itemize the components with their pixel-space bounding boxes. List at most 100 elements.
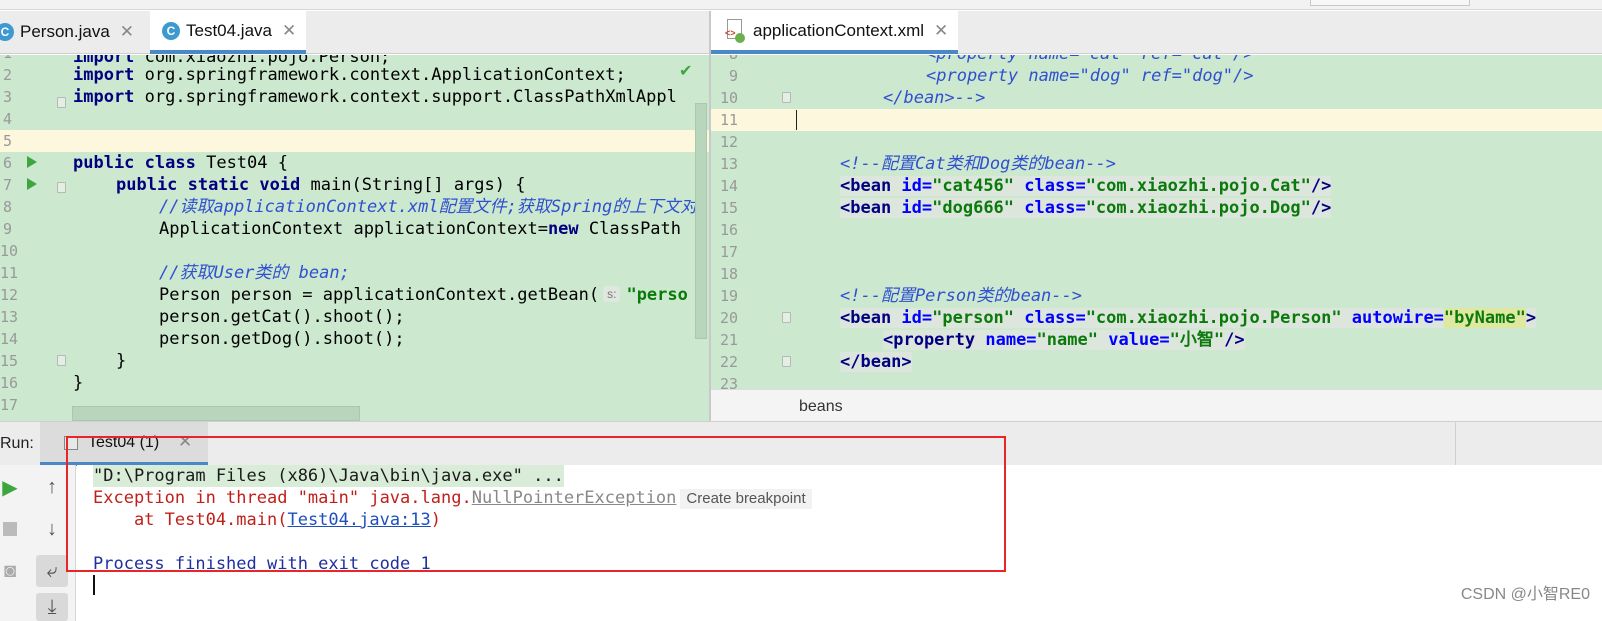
run-toolbar: ▶ ◙ ↑ ↓ ⤶ ⤓ [0,465,76,621]
class-c-icon: C [162,21,180,40]
tab-test04-java[interactable]: C Test04.java ✕ [150,11,307,54]
line-number: 3 [2,88,12,106]
code-line: } [73,373,84,393]
line-number: 20 [719,309,738,327]
run-gutter-icon[interactable] [27,156,37,168]
line-number: 9 [2,220,12,238]
tab-label: Test04.java [186,20,272,40]
code-line: person.getCat().shoot(); [159,307,405,327]
line-number: 19 [719,287,738,305]
param-hint: s: [603,286,621,302]
line-number: 4 [2,110,12,128]
line-number: 16 [719,221,738,239]
code-line: <bean id="person" class="com.xiaozhi.poj… [840,308,1537,328]
code-line: <bean id="dog666" class="com.xiaozhi.poj… [840,198,1332,218]
line-number: 2 [2,66,12,84]
java-editor[interactable]: 1234567891011121314151617 ✔ import com.x… [0,55,709,421]
line-number: 22 [719,353,738,371]
code-line: public class Test04 { [73,153,288,173]
code-line: } [116,351,127,371]
scroll-to-end-icon[interactable]: ⤓ [36,593,68,621]
code-line: import org.springframework.context.suppo… [73,87,677,107]
line-number: 21 [719,331,738,349]
xml-editor[interactable]: 8 9 10 11 12 13 14 15 16 17 18 19 20 21 22 23 <property… [711,55,1602,389]
line-number: 10 [719,89,738,107]
fold-icon[interactable] [57,182,66,193]
line-number: 11 [0,264,19,282]
line-number: 5 [2,132,12,150]
code-line: <bean id="cat456" class="com.xiaozhi.poj… [840,176,1332,196]
line-number: 15 [719,199,738,217]
left-tab-bar: C Person.java ✕ C Test04.java ✕ [0,11,710,54]
breadcrumb[interactable]: beans [799,398,843,416]
highlight-box [66,436,1006,572]
line-number: 14 [719,177,738,195]
line-number: 8 [711,55,738,65]
stop-icon[interactable] [0,515,24,543]
run-gutter-icon[interactable] [27,178,37,190]
line-number: 12 [0,286,19,304]
code-line: </bean> [840,352,912,372]
console-caret [93,575,95,595]
line-number: 11 [719,111,738,129]
code-comment: <!--配置Person类的bean--> [840,286,1082,306]
right-tab-bar: <> applicationContext.xml ✕ [711,11,1602,54]
down-arrow-icon[interactable]: ↓ [38,515,66,543]
line-number: 12 [719,133,738,151]
line-number: 6 [2,154,12,172]
caret [796,110,797,130]
line-number: 1 [0,55,12,64]
code-line: </bean>--> [883,88,986,108]
line-number: 7 [2,176,12,194]
line-number: 17 [719,243,738,261]
code-line: <property name="name" value="小智"/> [883,330,1245,350]
code-line: <property name="cat" ref="cat"/> [926,55,1254,65]
line-number: 17 [0,396,19,414]
close-icon[interactable]: ✕ [120,22,134,42]
watermark: CSDN @小智RE0 [1460,586,1590,603]
current-line-highlight [0,130,709,152]
soft-wrap-icon[interactable]: ⤶ [36,555,68,587]
up-arrow-icon[interactable]: ↑ [38,473,66,501]
code-line: import org.springframework.context.Appli… [73,65,626,85]
fold-icon[interactable] [782,92,791,103]
camera-icon[interactable]: ◙ [0,557,24,585]
horizontal-scrollbar[interactable] [72,406,360,421]
tab-application-context-xml[interactable]: <> applicationContext.xml ✕ [711,11,959,54]
close-icon[interactable]: ✕ [934,21,948,41]
vertical-scrollbar[interactable] [695,103,707,339]
code-line: public static void main(String[] args) { [116,175,526,195]
line-number: 13 [719,155,738,173]
line-number: 14 [0,330,19,348]
code-line: Person person = applicationContext.getBe… [159,285,688,305]
line-number: 9 [728,67,738,85]
check-icon: ✔ [679,61,693,80]
line-number: 16 [0,374,19,392]
current-line-highlight [711,109,1602,131]
fold-icon[interactable] [782,356,791,367]
top-strip [0,0,1602,10]
close-icon[interactable]: ✕ [282,21,296,41]
window-control-ghost [1310,0,1470,6]
line-number: 18 [719,265,738,283]
fold-icon[interactable] [782,312,791,323]
tab-label: Person.java [20,22,110,41]
xml-spring-icon: <> [725,18,745,43]
line-number: 15 [0,352,19,370]
code-line: <property name="dog" ref="dog"/> [926,66,1254,86]
tab-label: applicationContext.xml [753,20,925,40]
rerun-icon[interactable]: ▶ [0,473,24,501]
code-comment: //读取applicationContext.xml配置文件;获取Spring的… [159,197,698,217]
panel-divider [1455,422,1456,466]
class-c-icon: C [0,23,14,41]
code-line: ApplicationContext applicationContext=ne… [159,219,682,239]
line-number: 8 [2,198,12,216]
fold-icon[interactable] [57,355,66,366]
code-comment: <!--配置Cat类和Dog类的bean--> [840,154,1116,174]
line-number: 10 [0,242,19,260]
tab-person-java[interactable]: C Person.java ✕ [0,11,142,53]
fold-icon[interactable] [57,97,66,108]
line-number: 23 [719,375,738,389]
code-line: person.getDog().shoot(); [159,329,405,349]
code-comment: //获取User类的 bean; [159,263,350,283]
